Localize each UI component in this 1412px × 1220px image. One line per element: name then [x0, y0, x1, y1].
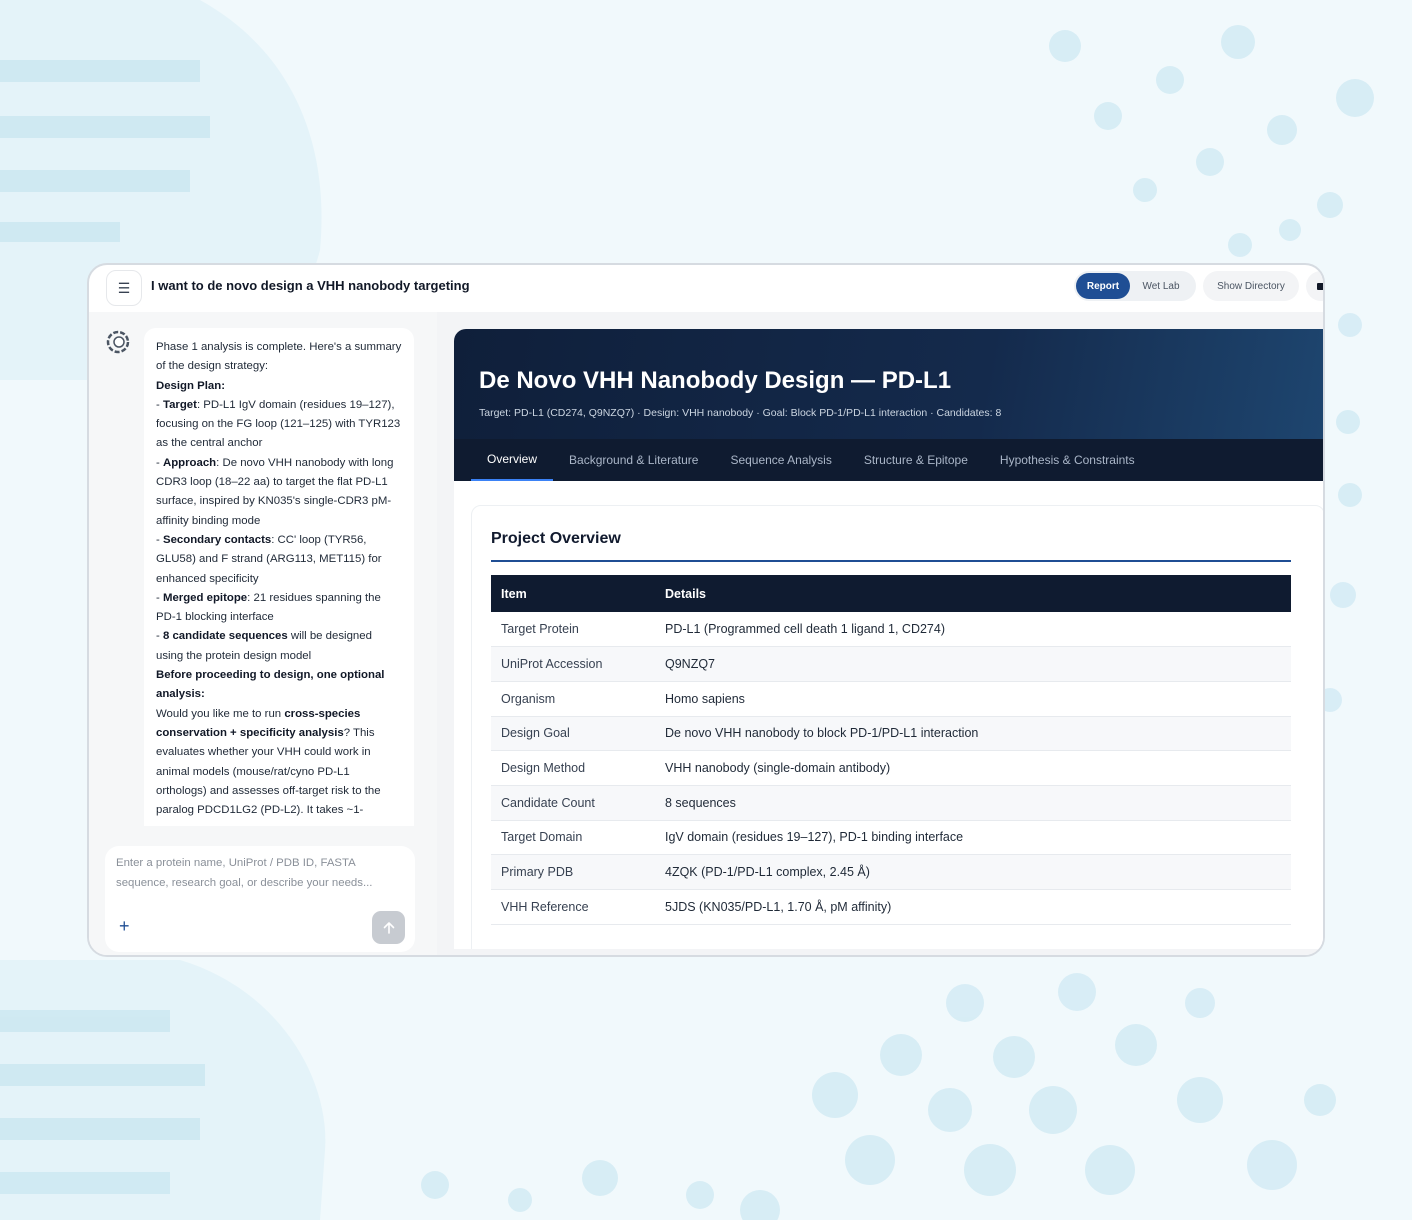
message-text: - — [156, 591, 163, 604]
message-text: Phase 1 analysis is complete. Here's a s… — [156, 341, 402, 373]
stop-icon[interactable] — [1306, 271, 1323, 301]
message-text: - — [156, 398, 163, 411]
table-row: Design Method VHH nanobody (single-domain… — [491, 750, 1291, 786]
tab-sequence-analysis[interactable]: Sequence Analysis — [714, 439, 847, 481]
message-bold-text: Secondary contacts — [162, 533, 272, 546]
table-cell-details: 4ZQK (PD-1/PD-L1 complex, 2.45 Å) — [655, 854, 1291, 890]
plus-icon[interactable]: + — [119, 916, 130, 937]
view-toggle: Report Wet Lab — [1074, 271, 1196, 301]
message-text: Would you like me to run — [156, 707, 285, 720]
message-paragraph: - Secondary contacts: CC' loop (TYR56, G… — [156, 531, 402, 589]
message-bold-text: Design Plan: — [156, 379, 225, 392]
message-text: - — [156, 533, 163, 546]
table-cell-item: Organism — [491, 681, 655, 717]
message-paragraph: - Approach: De novo VHH nanobody with lo… — [156, 454, 402, 531]
wet-lab-toggle-button[interactable]: Wet Lab — [1130, 273, 1192, 299]
report-panel: De Novo VHH Nanobody Design — PD-L1 Targ… — [437, 312, 1323, 955]
table-cell-item: Design Goal — [491, 716, 655, 752]
report-toggle-button[interactable]: Report — [1076, 273, 1130, 299]
message-paragraph: Phase 1 analysis is complete. Here's a s… — [156, 338, 402, 377]
message-paragraph: - Target: PD-L1 IgV domain (residues 19–… — [156, 396, 402, 454]
table-cell-item: Target Domain — [491, 820, 655, 856]
chat-panel: Phase 1 analysis is complete. Here's a s… — [89, 312, 437, 955]
bot-avatar-icon — [106, 330, 130, 354]
top-bar: ☰ I want to de novo design a VHH nanobod… — [89, 265, 1323, 312]
table-cell-item: Candidate Count — [491, 785, 655, 821]
hamburger-icon[interactable]: ☰ — [106, 270, 142, 306]
table-cell-item: VHH Reference — [491, 889, 655, 925]
report-subtitle: Target: PD-L1 (CD274, Q9NZQ7) · Design: … — [479, 407, 1002, 419]
message-text: - — [156, 630, 163, 643]
tab-structure-epitope[interactable]: Structure & Epitope — [848, 439, 984, 481]
table-row: Target Protein PD-L1 (Programmed cell dea… — [491, 612, 1291, 648]
message-paragraph: Design Plan: — [156, 377, 402, 396]
table-header-details: Details — [655, 575, 1291, 612]
message-bold-text: Approach — [162, 456, 217, 469]
report-title: De Novo VHH Nanobody Design — PD-L1 — [479, 367, 952, 394]
table-cell-details: Homo sapiens — [655, 681, 1291, 717]
project-overview-card: Project Overview Item Details Target Pro… — [471, 505, 1323, 949]
table-cell-item: Target Protein — [491, 612, 655, 648]
table-header-row: Item Details — [491, 575, 1291, 612]
app-window: ☰ I want to de novo design a VHH nanobod… — [87, 263, 1325, 957]
table-row: VHH Reference 5JDS (KN035/PD-L1, 1.70 Å, … — [491, 889, 1291, 925]
table-cell-details: PD-L1 (Programmed cell death 1 ligand 1,… — [655, 612, 1291, 648]
message-text: - — [156, 456, 163, 469]
section-title: Project Overview — [491, 530, 621, 547]
conversation-title: I want to de novo design a VHH nanobody … — [151, 278, 470, 293]
table-row: Primary PDB 4ZQK (PD-1/PD-L1 complex, 2.4… — [491, 854, 1291, 890]
tab-background-literature[interactable]: Background & Literature — [553, 439, 714, 481]
table-cell-item: UniProt Accession — [491, 646, 655, 682]
table-cell-details: IgV domain (residues 19–127), PD-1 bindi… — [655, 820, 1291, 856]
chat-input[interactable]: Enter a protein name, UniProt / PDB ID, … — [105, 846, 415, 952]
overview-table: Item Details Target Protein PD-L1 (Progra… — [491, 575, 1291, 925]
message-bold-text: Merged epitope — [162, 591, 248, 604]
table-cell-details: De novo VHH nanobody to block PD-1/PD-L1… — [655, 716, 1291, 752]
table-header-item: Item — [491, 575, 655, 612]
message-bold-text: Target — [162, 398, 197, 411]
table-cell-item: Design Method — [491, 750, 655, 786]
show-directory-button[interactable]: Show Directory — [1203, 271, 1299, 301]
table-row: UniProt Accession Q9NZQ7 — [491, 646, 1291, 682]
message-paragraph: - Merged epitope: 21 residues spanning t… — [156, 589, 402, 628]
table-cell-details: Q9NZQ7 — [655, 646, 1291, 682]
arrow-up-icon[interactable] — [372, 911, 405, 944]
assistant-message: Phase 1 analysis is complete. Here's a s… — [144, 328, 414, 826]
message-paragraph: Before proceeding to design, one optiona… — [156, 666, 402, 705]
report-tabs: Overview Background & Literature Sequence … — [454, 439, 1323, 481]
message-bold-text: Before proceeding to design, one optiona… — [156, 669, 385, 701]
report: De Novo VHH Nanobody Design — PD-L1 Targ… — [454, 329, 1323, 949]
chat-input-placeholder: Enter a protein name, UniProt / PDB ID, … — [116, 857, 373, 889]
table-row: Candidate Count 8 sequences — [491, 785, 1291, 821]
table-row: Organism Homo sapiens — [491, 681, 1291, 717]
table-cell-details: VHH nanobody (single-domain antibody) — [655, 750, 1291, 786]
table-cell-details: 5JDS (KN035/PD-L1, 1.70 Å, pM affinity) — [655, 889, 1291, 925]
tab-hypothesis-constraints[interactable]: Hypothesis & Constraints — [984, 439, 1151, 481]
message-text: ? This evaluates whether your VHH could … — [156, 726, 381, 817]
table-cell-item: Primary PDB — [491, 854, 655, 890]
message-bold-text: 8 candidate sequences — [162, 630, 288, 643]
message-paragraph: - 8 candidate sequences will be designed… — [156, 627, 402, 666]
report-header: De Novo VHH Nanobody Design — PD-L1 Targ… — [454, 329, 1323, 439]
table-row: Design Goal De novo VHH nanobody to block… — [491, 716, 1291, 752]
section-divider — [491, 560, 1291, 562]
tab-overview[interactable]: Overview — [471, 439, 554, 481]
message-paragraph: Would you like me to run cross-species c… — [156, 705, 402, 821]
table-row: Target Domain IgV domain (residues 19–127… — [491, 820, 1291, 856]
table-cell-details: 8 sequences — [655, 785, 1291, 821]
